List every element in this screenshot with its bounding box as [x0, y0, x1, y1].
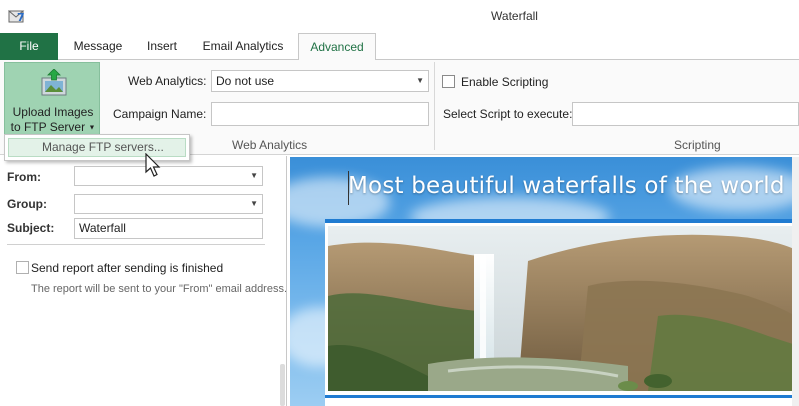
upload-images-button[interactable]: Upload Images to FTP Server ▼	[4, 62, 100, 136]
upload-image-icon	[41, 69, 67, 96]
group-label: Group:	[7, 197, 47, 211]
group-select[interactable]: ▼	[74, 194, 263, 214]
chevron-down-icon: ▼	[250, 199, 258, 208]
ribbon-tabs: File Message Insert Email Analytics Adva…	[0, 33, 799, 61]
image-frame	[325, 219, 799, 406]
left-pane-scrollbar[interactable]	[280, 364, 285, 406]
email-preview[interactable]: Most beautiful waterfalls of the world	[290, 157, 799, 406]
scripting-group-label: Scripting	[674, 138, 721, 152]
frame-top-bar	[325, 219, 799, 223]
title-bar: 7 Waterfall	[0, 0, 799, 33]
tab-message[interactable]: Message	[64, 33, 132, 60]
select-script-input[interactable]	[572, 102, 799, 126]
mouse-cursor-icon	[145, 153, 161, 177]
send-report-label: Send report after sending is finished	[31, 261, 224, 275]
tab-insert[interactable]: Insert	[138, 33, 186, 60]
waterfall-image[interactable]	[328, 226, 799, 391]
subject-label: Subject:	[7, 221, 55, 235]
upload-images-label: Upload Images to FTP Server ▼	[10, 105, 96, 134]
ribbon-separator	[434, 62, 435, 150]
enable-scripting-label: Enable Scripting	[461, 75, 549, 89]
send-report-checkbox[interactable]	[16, 261, 29, 274]
email-heading[interactable]: Most beautiful waterfalls of the world	[348, 173, 785, 199]
tab-advanced[interactable]: Advanced	[298, 33, 376, 61]
dropdown-caret-icon: ▼	[88, 124, 96, 132]
web-analytics-select[interactable]: Do not use ▼	[211, 70, 429, 92]
tab-email-analytics[interactable]: Email Analytics	[192, 33, 294, 60]
campaign-name-input[interactable]	[211, 102, 429, 126]
web-analytics-group-label: Web Analytics	[232, 138, 308, 152]
subject-input[interactable]: Waterfall	[74, 218, 263, 239]
preview-scrollbar[interactable]	[792, 157, 799, 406]
frame-bottom-bar	[325, 395, 799, 398]
select-script-label: Select Script to execute:	[443, 107, 573, 121]
from-label: From:	[7, 170, 41, 184]
enable-scripting-checkbox[interactable]	[442, 75, 455, 88]
pane-divider	[7, 244, 265, 245]
tab-file[interactable]: File	[0, 33, 58, 60]
web-analytics-label: Web Analytics:	[128, 74, 207, 88]
campaign-name-label: Campaign Name:	[113, 107, 207, 121]
window-title: Waterfall	[491, 9, 538, 23]
chevron-down-icon: ▼	[250, 171, 258, 180]
pane-border	[286, 156, 287, 406]
from-select[interactable]: ▼	[74, 166, 263, 186]
report-note: The report will be sent to your "From" e…	[31, 283, 288, 295]
chevron-down-icon: ▼	[416, 76, 424, 85]
